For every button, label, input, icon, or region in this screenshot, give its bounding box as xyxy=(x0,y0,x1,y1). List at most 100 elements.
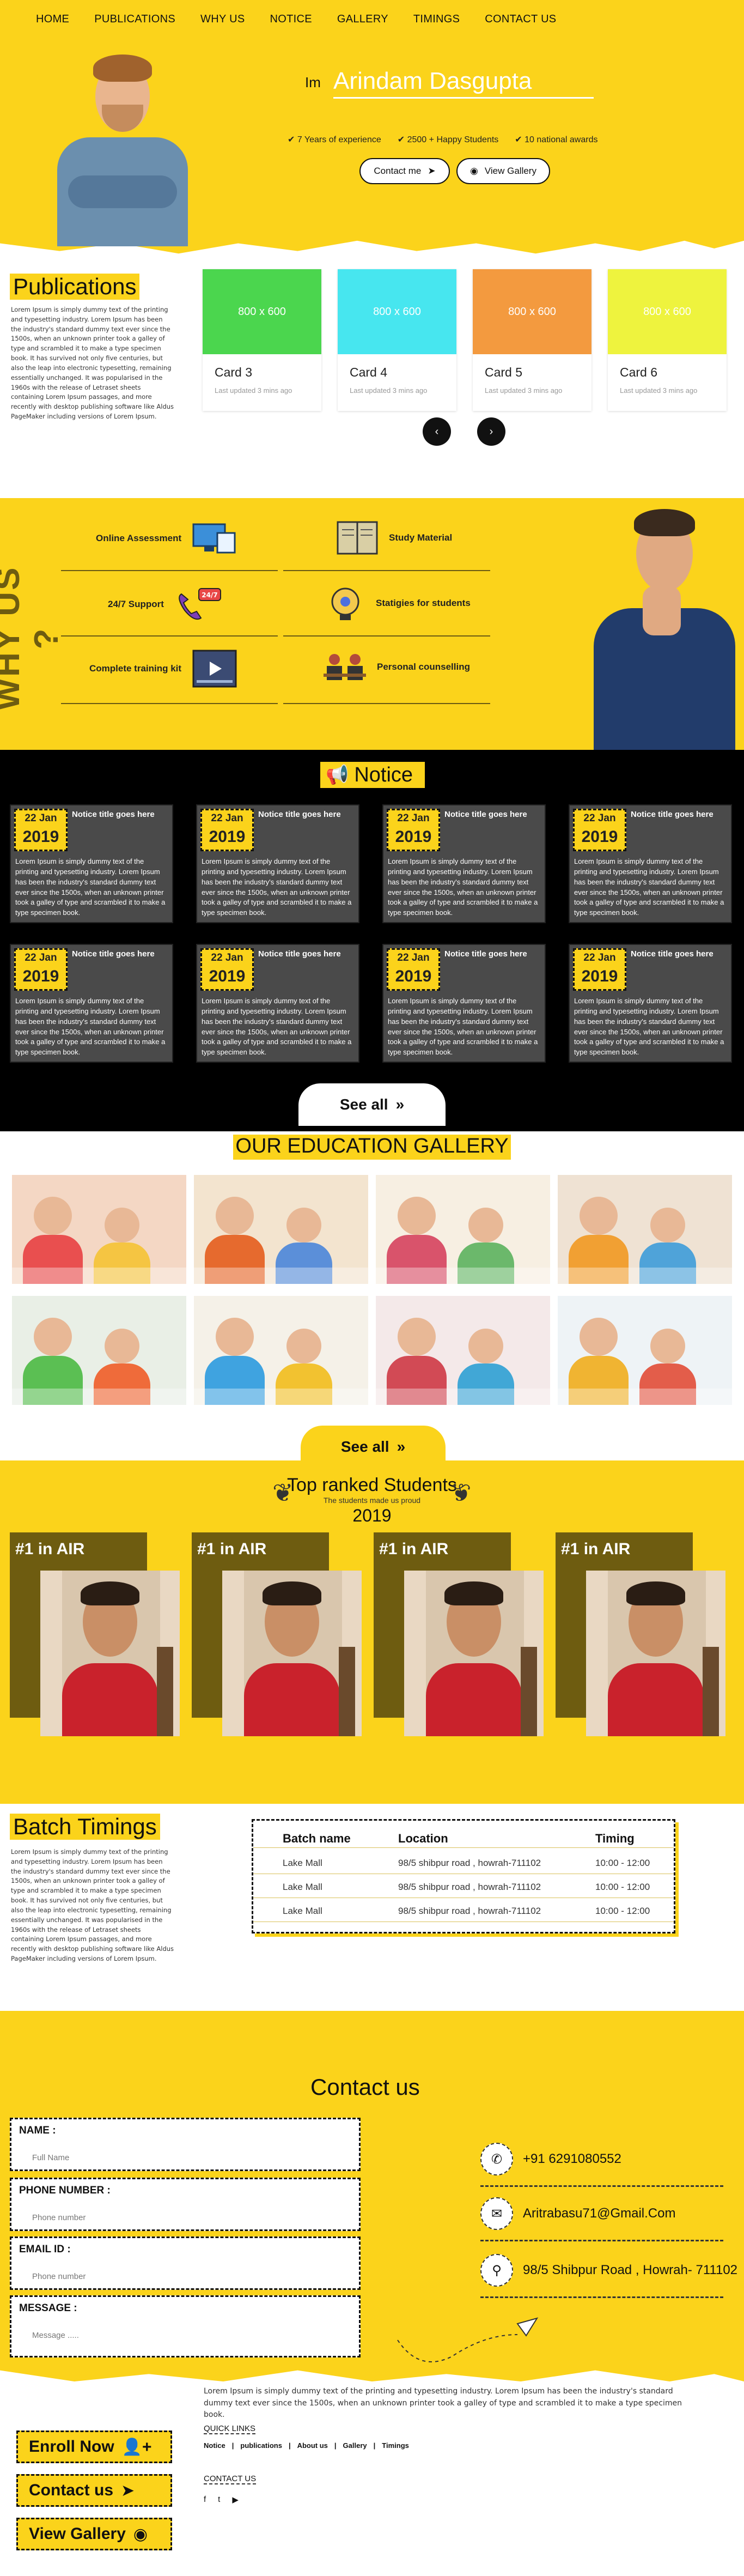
nav-notice[interactable]: NOTICE xyxy=(270,13,312,26)
video-player-icon xyxy=(192,650,237,688)
notice-body: Lorem Ipsum is simply dummy text of the … xyxy=(574,997,724,1057)
footer-contact-button[interactable]: Contact us ➤ xyxy=(16,2474,172,2507)
phone-icon: 24/7 xyxy=(179,588,221,620)
notice-card[interactable]: 22 Jan 2019 Notice title goes here Lorem… xyxy=(569,804,732,923)
location-pin-icon: ⚲ xyxy=(480,2254,513,2287)
notice-date: 22 Jan 2019 xyxy=(387,809,440,851)
book-icon xyxy=(337,521,378,555)
gallery-photo[interactable] xyxy=(12,1175,186,1284)
notice-see-all-button[interactable]: See all» xyxy=(298,1083,446,1126)
facebook-icon[interactable]: f xyxy=(204,2495,206,2505)
student-photo xyxy=(586,1571,725,1736)
quick-link-gallery[interactable]: Gallery xyxy=(343,2441,367,2450)
why-online-assessment: Online Assessment xyxy=(96,522,237,555)
quick-link-about[interactable]: About us xyxy=(297,2441,328,2450)
notice-card[interactable]: 22 Jan 2019 Notice title goes here Lorem… xyxy=(196,804,359,923)
ranked-student-card: #1 in AIR xyxy=(374,1532,544,1736)
notice-card[interactable]: 22 Jan 2019 Notice title goes here Lorem… xyxy=(196,944,359,1063)
publication-card[interactable]: 800 x 600 Card 6 Last updated 3 mins ago xyxy=(608,269,727,411)
chevron-right-icon: › xyxy=(489,425,493,438)
phone-icon: ✆ xyxy=(480,2143,513,2175)
gallery-photo[interactable] xyxy=(12,1296,186,1405)
ranked-year: 2019 xyxy=(352,1506,392,1525)
notice-card[interactable]: 22 Jan 2019 Notice title goes here Lorem… xyxy=(382,944,546,1063)
contact-email: ✉ Aritrabasu71@Gmail.Com xyxy=(480,2197,675,2230)
notice-card[interactable]: 22 Jan 2019 Notice title goes here Lorem… xyxy=(10,804,173,923)
notice-date: 22 Jan 2019 xyxy=(200,809,254,851)
gallery-photo[interactable] xyxy=(194,1175,368,1284)
name-field[interactable]: NAME : Full Name xyxy=(10,2118,361,2171)
publications-text: Lorem Ipsum is simply dummy text of the … xyxy=(11,306,174,420)
ranked-heading: ❦ Top ranked Students The students made … xyxy=(272,1475,472,1526)
carousel-next-button[interactable]: › xyxy=(477,417,505,446)
nav-home[interactable]: HOME xyxy=(36,13,69,26)
quick-link-publications[interactable]: publications xyxy=(240,2441,282,2450)
social-links: f t ▶ xyxy=(204,2495,239,2505)
table-row: Lake Mall 98/5 shibpur road , howrah-711… xyxy=(253,1899,674,1922)
gallery-photo[interactable] xyxy=(558,1296,732,1405)
why-us-title: WHY US ? xyxy=(0,566,65,711)
nav-gallery[interactable]: GALLERY xyxy=(337,13,388,26)
youtube-icon[interactable]: ▶ xyxy=(232,2495,239,2505)
ranked-student-card: #1 in AIR xyxy=(10,1532,180,1736)
add-user-icon: 👤+ xyxy=(121,2438,152,2456)
notice-card[interactable]: 22 Jan 2019 Notice title goes here Lorem… xyxy=(10,944,173,1063)
twitter-icon[interactable]: t xyxy=(218,2495,220,2505)
publication-card[interactable]: 800 x 600 Card 3 Last updated 3 mins ago xyxy=(203,269,321,411)
notice-card[interactable]: 22 Jan 2019 Notice title goes here Lorem… xyxy=(569,944,732,1063)
why-study-material: Study Material xyxy=(336,518,452,558)
timings-title: Batch Timings xyxy=(10,1814,160,1840)
laurel-left-icon: ❦ xyxy=(272,1478,294,1507)
nav-publications[interactable]: PUBLICATIONS xyxy=(94,13,175,26)
notice-date: 22 Jan 2019 xyxy=(573,809,626,851)
student-photo xyxy=(222,1571,362,1736)
phone-field[interactable]: PHONE NUMBER : Phone number xyxy=(10,2178,361,2231)
quick-links-title: QUICK LINKS xyxy=(204,2424,256,2434)
top-nav: HOME PUBLICATIONS WHY US NOTICE GALLERY … xyxy=(0,0,744,38)
notice-card[interactable]: 22 Jan 2019 Notice title goes here Lorem… xyxy=(382,804,546,923)
view-gallery-button[interactable]: ◉ View Gallery xyxy=(456,158,550,184)
notice-title: 📢 Notice xyxy=(320,762,425,788)
email-field[interactable]: EMAIL ID : Phone number xyxy=(10,2236,361,2290)
timings-header-row: Batch name Location Timing xyxy=(253,1825,674,1848)
notice-title-text: Notice title goes here xyxy=(631,810,713,819)
notice-title-text: Notice title goes here xyxy=(444,949,527,959)
footer-text: Lorem Ipsum is simply dummy text of the … xyxy=(204,2387,682,2420)
publication-card[interactable]: 800 x 600 Card 5 Last updated 3 mins ago xyxy=(473,269,591,411)
quick-link-notice[interactable]: Notice xyxy=(204,2441,225,2450)
nav-contact-us[interactable]: CONTACT US xyxy=(485,13,556,26)
quick-link-timings[interactable]: Timings xyxy=(382,2441,409,2450)
gallery-photo[interactable] xyxy=(194,1296,368,1405)
check-icon: ✔ xyxy=(515,135,525,144)
contact-title: Contact us xyxy=(310,2074,420,2100)
publication-card[interactable]: 800 x 600 Card 4 Last updated 3 mins ago xyxy=(338,269,456,411)
notice-title-text: Notice title goes here xyxy=(258,810,341,819)
ranked-sub: The students made us proud xyxy=(323,1496,421,1505)
carousel-prev-button[interactable]: ‹ xyxy=(423,417,451,446)
contact-me-button[interactable]: Contact me ➤ xyxy=(359,158,450,184)
check-icon: ✔ xyxy=(397,135,407,144)
why-strategies: Statigies for students xyxy=(325,584,471,622)
enroll-now-button[interactable]: Enroll Now 👤+ xyxy=(16,2430,172,2463)
notice-body: Lorem Ipsum is simply dummy text of the … xyxy=(15,997,166,1057)
divider xyxy=(283,703,490,704)
gallery-photo[interactable] xyxy=(558,1175,732,1284)
gallery-title: OUR EDUCATION GALLERY xyxy=(233,1135,511,1160)
check-icon: ✔ xyxy=(288,135,297,144)
gallery-photo[interactable] xyxy=(376,1175,550,1284)
stat-awards: ✔ 10 national awards xyxy=(515,135,598,144)
message-field[interactable]: MESSAGE : Message ..... xyxy=(10,2295,361,2357)
gallery-see-all-button[interactable]: See all» xyxy=(301,1426,446,1468)
footer-gallery-button[interactable]: View Gallery ◉ xyxy=(16,2518,172,2550)
divider xyxy=(283,635,490,637)
notice-body: Lorem Ipsum is simply dummy text of the … xyxy=(202,857,352,917)
hero-underline xyxy=(333,97,594,99)
ranked-title: Top ranked Students xyxy=(287,1475,457,1495)
divider xyxy=(61,635,278,637)
gallery-photo[interactable] xyxy=(376,1296,550,1405)
nav-timings[interactable]: TIMINGS xyxy=(413,13,460,26)
chevron-double-right-icon: » xyxy=(397,1438,406,1455)
nav-why-us[interactable]: WHY US xyxy=(200,13,245,26)
notice-body: Lorem Ipsum is simply dummy text of the … xyxy=(388,997,538,1057)
timings-text: Lorem Ipsum is simply dummy text of the … xyxy=(11,1848,174,1962)
